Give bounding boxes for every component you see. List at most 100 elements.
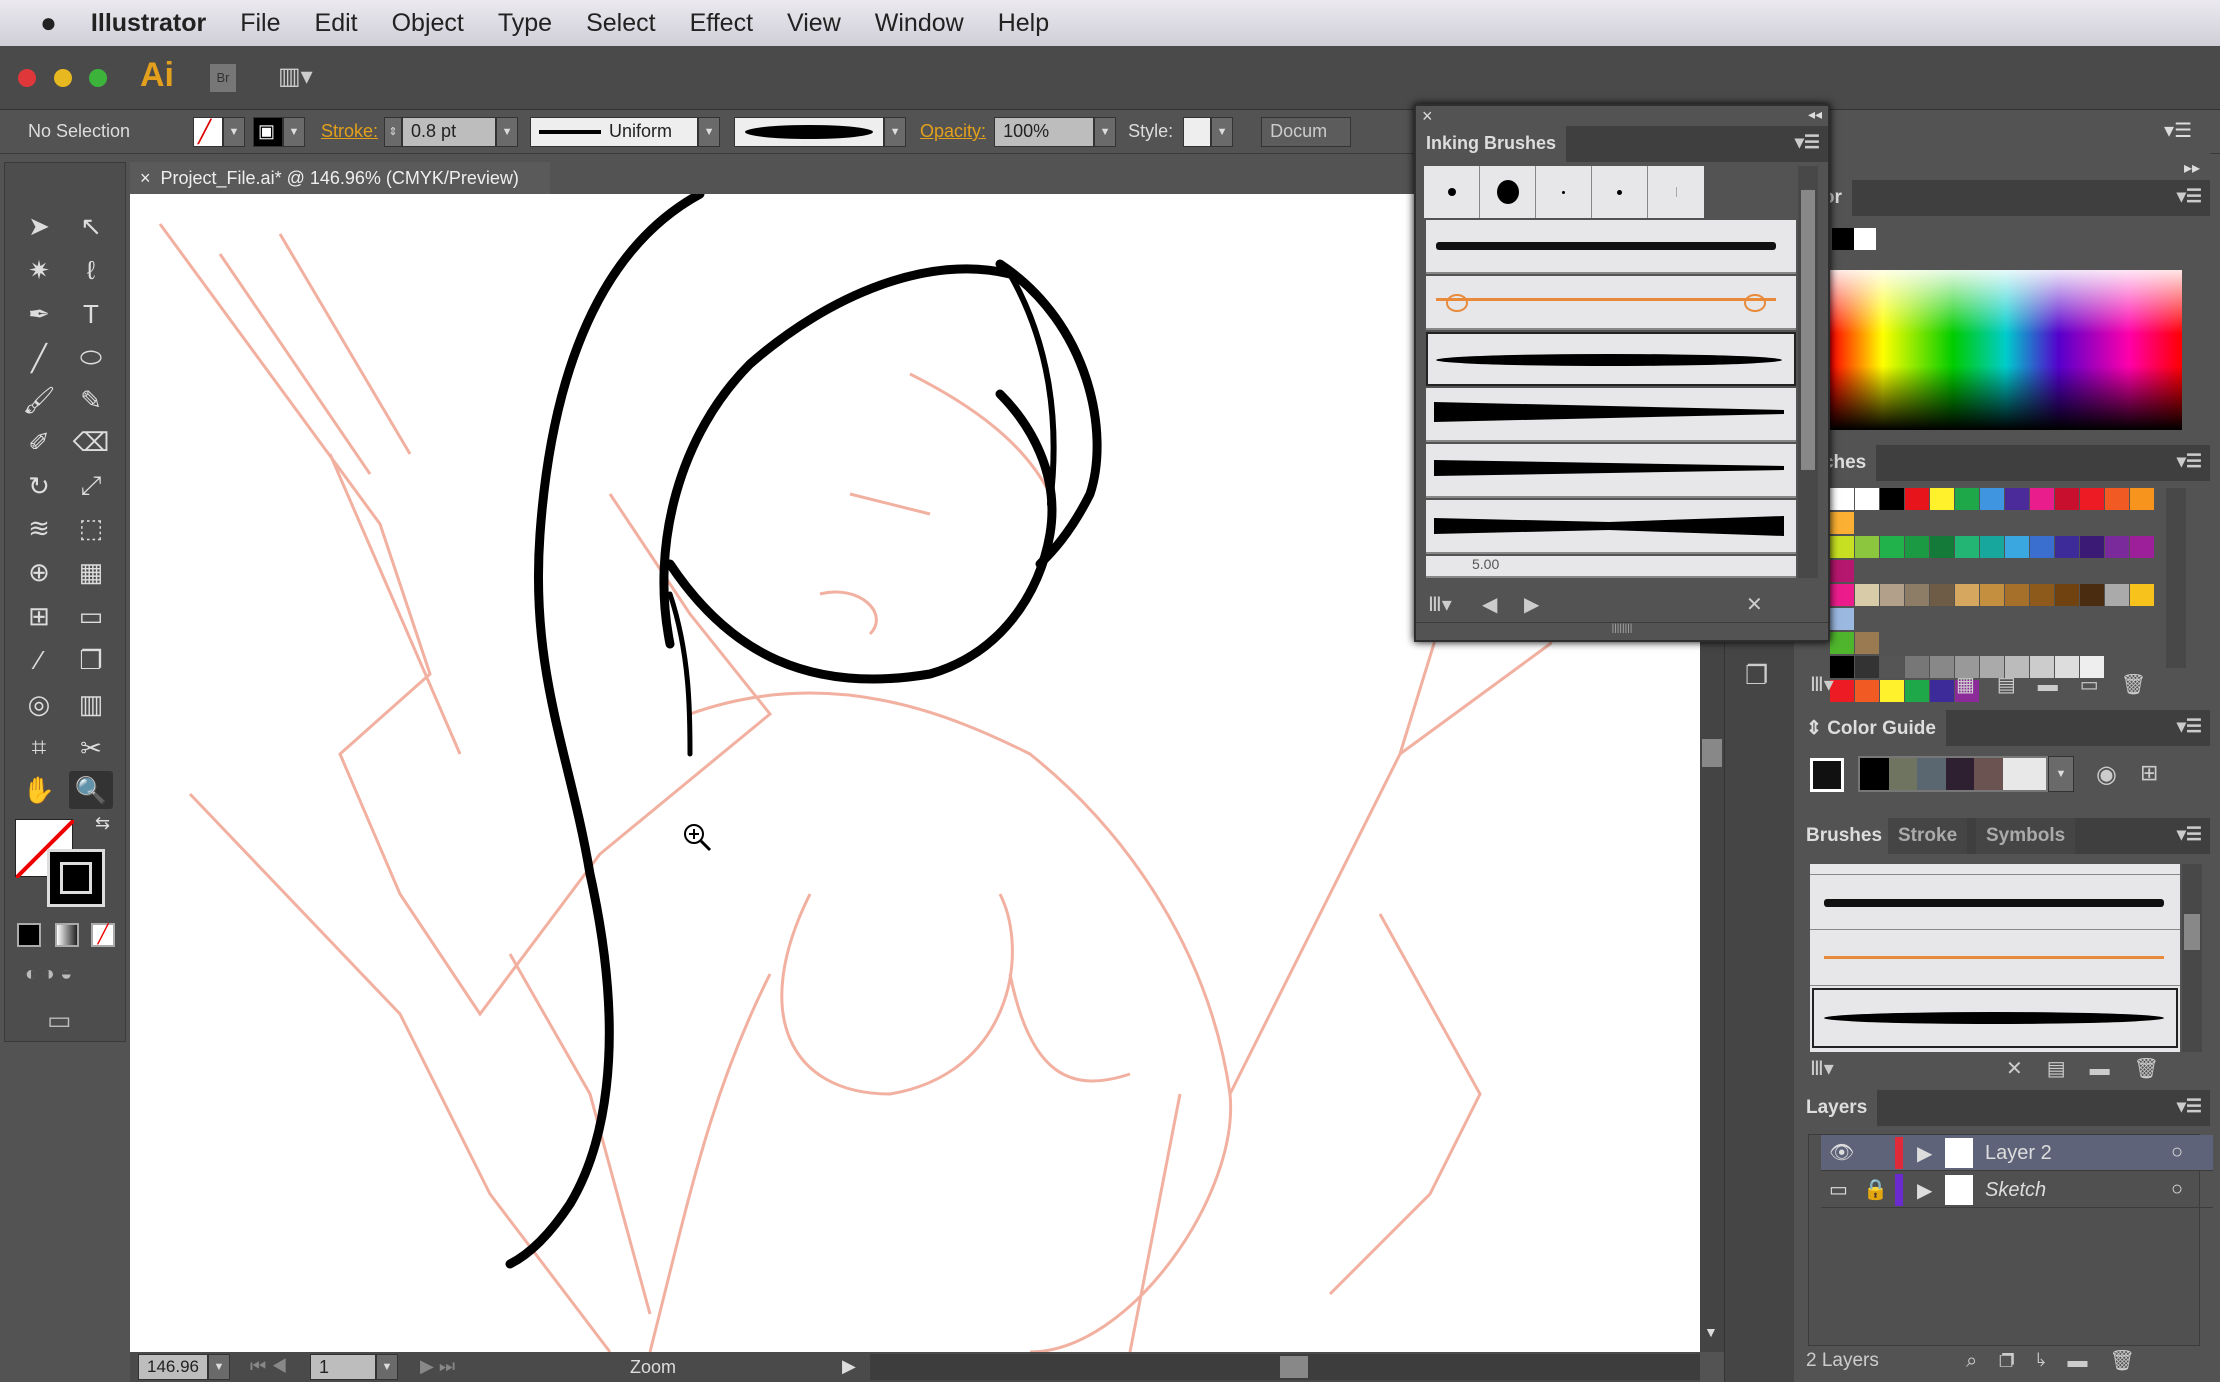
swatch[interactable] — [1855, 656, 1879, 678]
swatch[interactable] — [1905, 488, 1929, 510]
stroke-label[interactable]: Stroke: — [321, 121, 378, 142]
close-panel-icon[interactable]: × — [1422, 106, 1433, 127]
brush-ornament[interactable] — [1426, 276, 1796, 330]
paintbrush-tool-icon[interactable]: 🖌 — [17, 381, 61, 419]
menu-help[interactable]: Help — [998, 9, 1049, 38]
swatch[interactable] — [2105, 488, 2129, 510]
swatch[interactable] — [1980, 488, 2004, 510]
inking-scrollbar[interactable] — [1798, 166, 1818, 578]
swatches-scrollbar[interactable] — [2166, 488, 2186, 668]
bridge-button[interactable]: Br — [210, 64, 236, 92]
fill-swatch[interactable]: ╱ — [193, 116, 223, 147]
variable-width-profile[interactable]: Uniform — [530, 116, 699, 147]
swatch[interactable] — [1880, 488, 1904, 510]
swatch[interactable] — [1830, 560, 1854, 582]
none-mode-button[interactable]: ╱ — [91, 923, 115, 947]
blend-tool-icon[interactable]: ❐ — [69, 641, 113, 679]
hand-tool-icon[interactable]: ✋ — [17, 771, 61, 809]
guide-color[interactable] — [1945, 758, 1975, 790]
mesh-tool-icon[interactable]: ⊞ — [17, 597, 61, 635]
swatch[interactable] — [2080, 488, 2104, 510]
color-fill-chip[interactable] — [1832, 228, 1854, 250]
line-tool-icon[interactable]: ╱ — [17, 339, 61, 377]
arrange-documents-button[interactable]: ▥▾ — [278, 62, 322, 92]
panel-menu-icon[interactable]: ▾☰ — [2177, 1096, 2202, 1117]
next-library-icon[interactable]: ▶ — [1524, 592, 1539, 617]
brush-libraries-icon[interactable]: Ⅲ▾ — [1810, 1056, 1834, 1081]
swatch[interactable] — [2105, 584, 2129, 606]
minimize-window-button[interactable] — [54, 69, 72, 87]
lasso-tool-icon[interactable]: ℓ — [69, 251, 113, 289]
eraser-tool-icon[interactable]: ⌫ — [69, 423, 113, 461]
gradient-mode-button[interactable] — [55, 923, 79, 947]
swatch[interactable] — [1880, 584, 1904, 606]
swatch[interactable] — [2055, 536, 2079, 558]
brush-dot-tiny[interactable] — [1536, 166, 1592, 218]
swatch[interactable] — [2005, 536, 2029, 558]
harmony-dropdown[interactable]: ▼ — [2048, 756, 2074, 792]
tab-brushes[interactable]: Brushes — [1796, 818, 1893, 854]
horizontal-scrollbar[interactable] — [870, 1354, 1700, 1380]
graphic-style-swatch[interactable] — [1183, 116, 1212, 147]
swatch[interactable] — [2080, 536, 2104, 558]
swatch[interactable] — [1980, 536, 2004, 558]
close-window-button[interactable] — [18, 69, 36, 87]
base-color-chip[interactable] — [1810, 758, 1844, 792]
visibility-eye-icon[interactable]: 👁 — [1829, 1140, 1854, 1165]
panel-menu-icon[interactable]: ▾☰ — [2177, 824, 2202, 845]
panel-menu-icon[interactable]: ▾☰ — [2177, 716, 2202, 737]
screen-mode-icon[interactable]: ▭ — [47, 1005, 72, 1036]
swatch[interactable] — [2055, 488, 2079, 510]
menu-object[interactable]: Object — [392, 9, 464, 38]
rotate-tool-icon[interactable]: ↻ — [17, 467, 61, 505]
swatch[interactable] — [2080, 584, 2104, 606]
swatch[interactable] — [1830, 488, 1854, 510]
menu-select[interactable]: Select — [586, 9, 655, 38]
template-visibility-icon[interactable]: ▭ — [1829, 1177, 1848, 1202]
swatch[interactable] — [1855, 680, 1879, 702]
brush-ornament[interactable] — [1810, 930, 2180, 986]
stroke-weight-dropdown[interactable]: ▼ — [496, 116, 519, 147]
artboard-nav-next-icons[interactable]: ▶ ⏭ — [420, 1356, 455, 1377]
brushes-footer-icons[interactable]: ✕▤▬🗑 — [2006, 1056, 2183, 1081]
perspective-grid-tool-icon[interactable]: ▦ — [69, 553, 113, 591]
tab-stroke[interactable]: Stroke — [1888, 818, 1968, 854]
swatch[interactable] — [1855, 632, 1879, 654]
swatch[interactable] — [1855, 488, 1879, 510]
brush-tapered-both-selected[interactable] — [1426, 332, 1796, 386]
collapse-panel-icon[interactable]: ◂◂ — [1808, 106, 1822, 123]
swap-colors-icon[interactable]: ⇆ — [95, 813, 110, 834]
save-color-group-icon[interactable]: ⊞ — [2140, 760, 2158, 786]
swatch[interactable] — [2130, 536, 2154, 558]
guide-color[interactable] — [1974, 758, 2004, 790]
fill-dropdown[interactable]: ▼ — [223, 116, 245, 147]
shape-builder-tool-icon[interactable]: ⊕ — [17, 553, 61, 591]
edit-colors-icon[interactable]: ◉ — [2096, 760, 2117, 789]
swatch[interactable] — [2130, 488, 2154, 510]
layers-footer-icons[interactable]: ⌕❐↳▬🗑 — [1966, 1348, 2157, 1373]
stroke-weight-input[interactable]: 0.8 pt — [402, 116, 497, 147]
menu-app[interactable]: Illustrator — [91, 9, 206, 38]
swatch[interactable] — [2130, 584, 2154, 606]
brush-line-thin[interactable] — [1648, 166, 1704, 218]
brush-partial-row[interactable]: 5.00 — [1426, 556, 1796, 578]
brush-charcoal[interactable] — [1426, 220, 1796, 274]
stroke-color-box[interactable] — [47, 849, 105, 907]
brush-tapered-selected[interactable] — [1812, 988, 2178, 1048]
symbol-sprayer-tool-icon[interactable]: ◎ — [17, 685, 61, 723]
document-setup-button[interactable]: Docum — [1261, 116, 1352, 147]
swatch[interactable] — [1830, 536, 1854, 558]
artboard-number-input[interactable]: 1 — [310, 1354, 376, 1380]
stroke-swatch[interactable]: ▣ — [253, 116, 283, 147]
document-tab[interactable]: × Project_File.ai* @ 146.96% (CMYK/Previe… — [130, 162, 550, 194]
color-spectrum[interactable] — [1830, 270, 2182, 430]
previous-library-icon[interactable]: ◀ — [1482, 592, 1497, 617]
warp-tool-icon[interactable]: ≋ — [17, 509, 61, 547]
opacity-label[interactable]: Opacity: — [920, 121, 986, 142]
guide-color[interactable] — [2003, 758, 2046, 790]
opacity-dropdown[interactable]: ▼ — [1094, 116, 1117, 147]
menu-window[interactable]: Window — [875, 9, 964, 38]
brush-tapered-right-thick[interactable] — [1426, 444, 1796, 498]
opacity-input[interactable]: 100% — [994, 116, 1095, 147]
zoom-window-button[interactable] — [89, 69, 107, 87]
